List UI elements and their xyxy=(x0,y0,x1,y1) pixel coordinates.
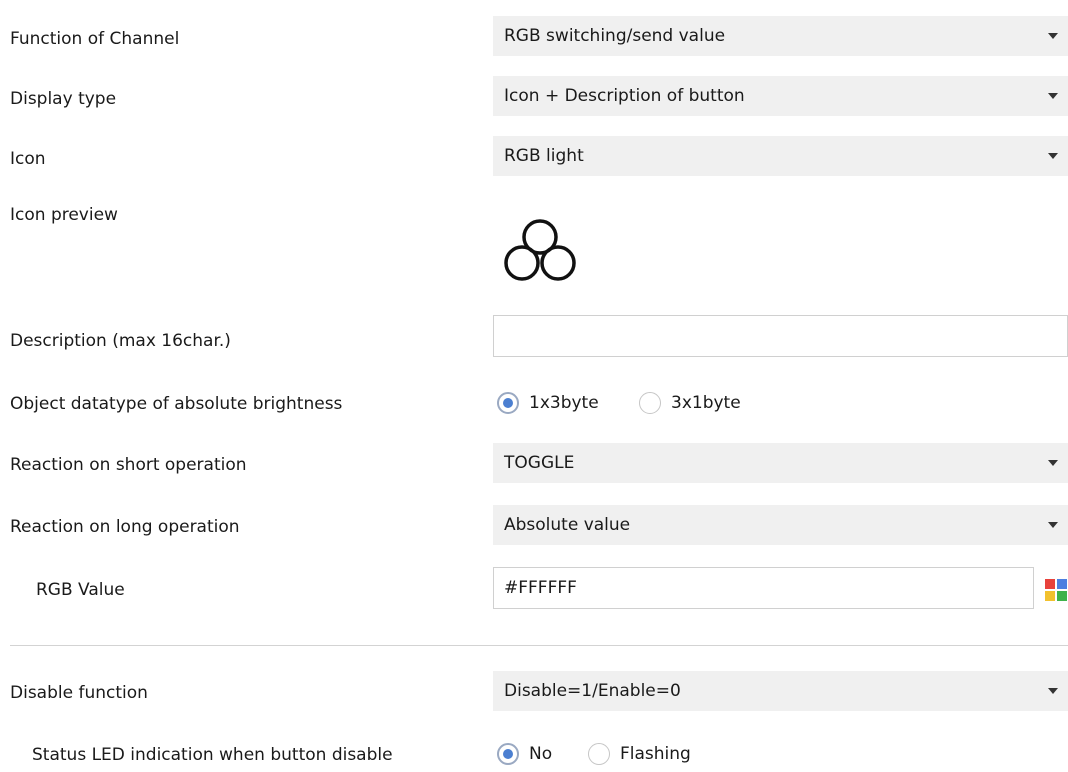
chevron-down-icon xyxy=(1048,33,1058,39)
function-of-channel-value: RGB switching/send value xyxy=(504,26,726,46)
status-led-label: Status LED indication when button disabl… xyxy=(32,745,393,765)
display-type-label: Display type xyxy=(10,89,117,109)
icon-preview-label: Icon preview xyxy=(10,205,118,225)
description-input[interactable] xyxy=(493,315,1068,357)
radio-unchecked-icon xyxy=(588,743,610,765)
chevron-down-icon xyxy=(1048,522,1058,528)
color-palette-icon[interactable] xyxy=(1045,579,1068,601)
display-type-value: Icon + Description of button xyxy=(504,86,745,106)
chevron-down-icon xyxy=(1048,153,1058,159)
chevron-down-icon xyxy=(1048,688,1058,694)
disable-function-value: Disable=1/Enable=0 xyxy=(504,681,681,701)
reaction-short-value: TOGGLE xyxy=(504,453,575,473)
disable-function-label: Disable function xyxy=(10,683,148,703)
function-of-channel-dropdown[interactable]: RGB switching/send value xyxy=(493,16,1068,56)
rgb-light-icon xyxy=(504,219,576,281)
reaction-short-label: Reaction on short operation xyxy=(10,455,247,475)
disable-function-dropdown[interactable]: Disable=1/Enable=0 xyxy=(493,671,1068,711)
reaction-long-dropdown[interactable]: Absolute value xyxy=(493,505,1068,545)
radio-1x3byte-label: 1x3byte xyxy=(529,393,599,413)
radio-3x1byte[interactable]: 3x1byte xyxy=(639,392,741,414)
radio-no-label: No xyxy=(529,744,553,764)
rgb-value-label: RGB Value xyxy=(36,580,125,600)
reaction-short-dropdown[interactable]: TOGGLE xyxy=(493,443,1068,483)
radio-flashing[interactable]: Flashing xyxy=(588,743,691,765)
object-datatype-label: Object datatype of absolute brightness xyxy=(10,394,343,414)
chevron-down-icon xyxy=(1048,93,1058,99)
radio-1x3byte[interactable]: 1x3byte xyxy=(497,392,599,414)
description-label: Description (max 16char.) xyxy=(10,331,231,351)
radio-checked-icon xyxy=(497,392,519,414)
radio-no[interactable]: No xyxy=(497,743,552,765)
chevron-down-icon xyxy=(1048,460,1058,466)
function-of-channel-label: Function of Channel xyxy=(10,29,180,49)
radio-3x1byte-label: 3x1byte xyxy=(671,393,741,413)
icon-label: Icon xyxy=(10,149,46,169)
display-type-dropdown[interactable]: Icon + Description of button xyxy=(493,76,1068,116)
reaction-long-value: Absolute value xyxy=(504,515,631,535)
radio-unchecked-icon xyxy=(639,392,661,414)
reaction-long-label: Reaction on long operation xyxy=(10,517,240,537)
radio-checked-icon xyxy=(497,743,519,765)
rgb-value-input[interactable]: #FFFFFF xyxy=(493,567,1034,609)
section-divider xyxy=(10,645,1068,646)
radio-flashing-label: Flashing xyxy=(620,744,691,764)
icon-dropdown[interactable]: RGB light xyxy=(493,136,1068,176)
rgb-value-text: #FFFFFF xyxy=(504,578,577,598)
icon-value: RGB light xyxy=(504,146,584,166)
